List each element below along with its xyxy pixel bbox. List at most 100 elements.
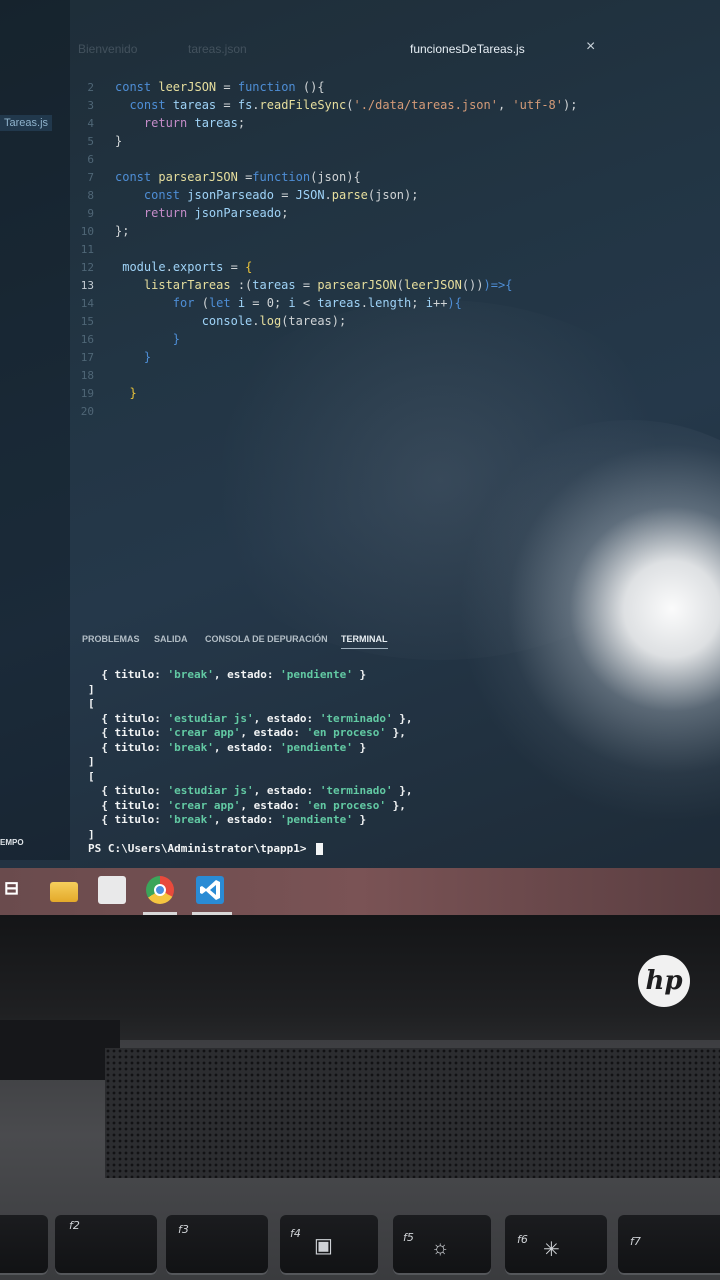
terminal-token: , estado:: [213, 740, 281, 754]
code-token: function: [237, 80, 303, 94]
code-token: };: [115, 224, 130, 238]
code-line[interactable]: }: [115, 330, 180, 348]
key-f7[interactable]: f7: [618, 1215, 720, 1275]
monitor-screen: Tareas.js Bienvenido tareas.json funcion…: [0, 0, 720, 915]
code-token: tareas: [252, 278, 303, 292]
code-token: i: [425, 296, 433, 310]
code-token: listarTareas: [143, 278, 238, 292]
terminal-token: }: [352, 668, 367, 681]
key-f1[interactable]: [0, 1215, 48, 1275]
tab-salida[interactable]: SALIDA: [154, 634, 188, 644]
terminal-token: 'estudiar js': [167, 784, 254, 797]
terminal-token: 'crear app': [167, 798, 241, 812]
terminal-token: },: [386, 798, 406, 812]
line-number: 2: [87, 81, 94, 94]
code-token: ++: [432, 296, 448, 310]
code-token: (json){: [310, 170, 361, 184]
code-line[interactable]: return tareas;: [115, 114, 245, 132]
code-token: ()): [461, 278, 484, 292]
tab-bienvenido[interactable]: Bienvenido: [78, 42, 137, 56]
terminal-token: { titulo:: [88, 798, 168, 812]
code-token: }: [129, 386, 137, 400]
key-f5[interactable]: f5 ☼: [393, 1215, 491, 1275]
code-line[interactable]: }: [115, 132, 122, 150]
windows-taskbar: ⊟: [0, 868, 720, 916]
terminal-token: 'terminado': [319, 711, 393, 725]
key-f4[interactable]: f4 ▣: [280, 1215, 378, 1275]
tab-problemas[interactable]: PROBLEMAS: [82, 634, 140, 644]
display-switch-icon: ▣: [314, 1235, 333, 1257]
line-number: 5: [87, 135, 94, 148]
line-number: 13: [80, 279, 94, 292]
code-token: i: [237, 296, 253, 310]
code-token: =: [302, 278, 318, 292]
file-explorer-icon[interactable]: [50, 882, 78, 902]
code-line[interactable]: const jsonParseado = JSON.parse(json);: [115, 186, 419, 204]
key-label-f4: f4: [290, 1227, 301, 1240]
line-number: 8: [87, 189, 94, 202]
vscode-icon[interactable]: [196, 876, 224, 904]
close-icon[interactable]: ×: [586, 38, 595, 56]
code-line[interactable]: module.exports = {: [115, 258, 252, 276]
explorer-file-item[interactable]: Tareas.js: [0, 115, 53, 131]
brightness-down-icon: ☼: [431, 1237, 450, 1259]
key-label-f6: f6: [517, 1233, 528, 1246]
code-token: <: [302, 296, 318, 310]
line-number: 10: [80, 225, 94, 238]
terminal-token: 'pendiente': [280, 668, 353, 681]
code-token: leerJSON: [404, 278, 462, 292]
line-number: 14: [80, 297, 94, 310]
line-number: 7: [87, 171, 94, 184]
chrome-icon[interactable]: [146, 876, 174, 904]
tab-consola-depuracion[interactable]: CONSOLA DE DEPURACIÓN: [205, 634, 328, 644]
tab-tareas-json[interactable]: tareas.json: [188, 42, 247, 56]
code-token: leerJSON: [158, 80, 224, 94]
key-f3[interactable]: f3: [166, 1215, 268, 1275]
key-label-f5: f5: [403, 1231, 414, 1244]
deck-shadow: [0, 1020, 120, 1080]
vscode-glyph: [200, 880, 220, 900]
code-line[interactable]: };: [115, 222, 129, 240]
tab-terminal[interactable]: TERMINAL: [341, 634, 388, 649]
code-line[interactable]: const leerJSON = function (){: [115, 78, 325, 96]
code-line[interactable]: listarTareas :(tareas = parsearJSON(leer…: [115, 276, 513, 294]
terminal-line: { titulo: 'estudiar js', estado: 'termin…: [88, 711, 412, 727]
terminal-cursor: [316, 843, 324, 855]
code-line[interactable]: for (let i = 0; i < tareas.length; i++){: [115, 294, 462, 312]
code-line[interactable]: const tareas = fs.readFileSync('./data/t…: [115, 96, 577, 114]
code-token: module: [115, 260, 166, 274]
code-line[interactable]: console.log(tareas);: [115, 312, 347, 330]
code-token: ,: [497, 98, 513, 112]
code-line[interactable]: return jsonParseado;: [115, 204, 289, 222]
terminal-line: [: [88, 770, 95, 785]
code-line[interactable]: }: [115, 384, 137, 402]
line-number: 20: [80, 405, 94, 418]
tab-funciones-de-tareas[interactable]: funcionesDeTareas.js: [410, 42, 525, 56]
terminal-token: PS C:\Users\Administrator\tpapp1>: [88, 842, 314, 855]
line-number: 6: [87, 153, 94, 166]
code-line[interactable]: const parsearJSON =function(json){: [115, 168, 361, 186]
code-token: const: [115, 170, 159, 184]
code-token: parse: [331, 188, 368, 202]
terminal-token: 'pendiente': [280, 740, 353, 754]
terminal-line: { titulo: 'estudiar js', estado: 'termin…: [88, 784, 412, 799]
key-f2[interactable]: f2: [55, 1215, 157, 1275]
terminal-line: { titulo: 'crear app', estado: 'en proce…: [88, 799, 406, 814]
store-icon[interactable]: [98, 876, 126, 904]
key-label-f3: f3: [178, 1223, 189, 1236]
code-line[interactable]: }: [115, 348, 151, 366]
terminal-token: [: [88, 697, 95, 710]
code-token: (tareas);: [281, 314, 347, 328]
chrome-icon-center: [154, 884, 166, 896]
line-number: 12: [80, 261, 94, 274]
code-token: const: [129, 98, 173, 112]
code-token: {: [245, 260, 253, 274]
code-token: (: [396, 278, 405, 292]
task-view-icon[interactable]: ⊟: [4, 878, 32, 906]
key-f6[interactable]: f6 ✳: [505, 1215, 607, 1275]
